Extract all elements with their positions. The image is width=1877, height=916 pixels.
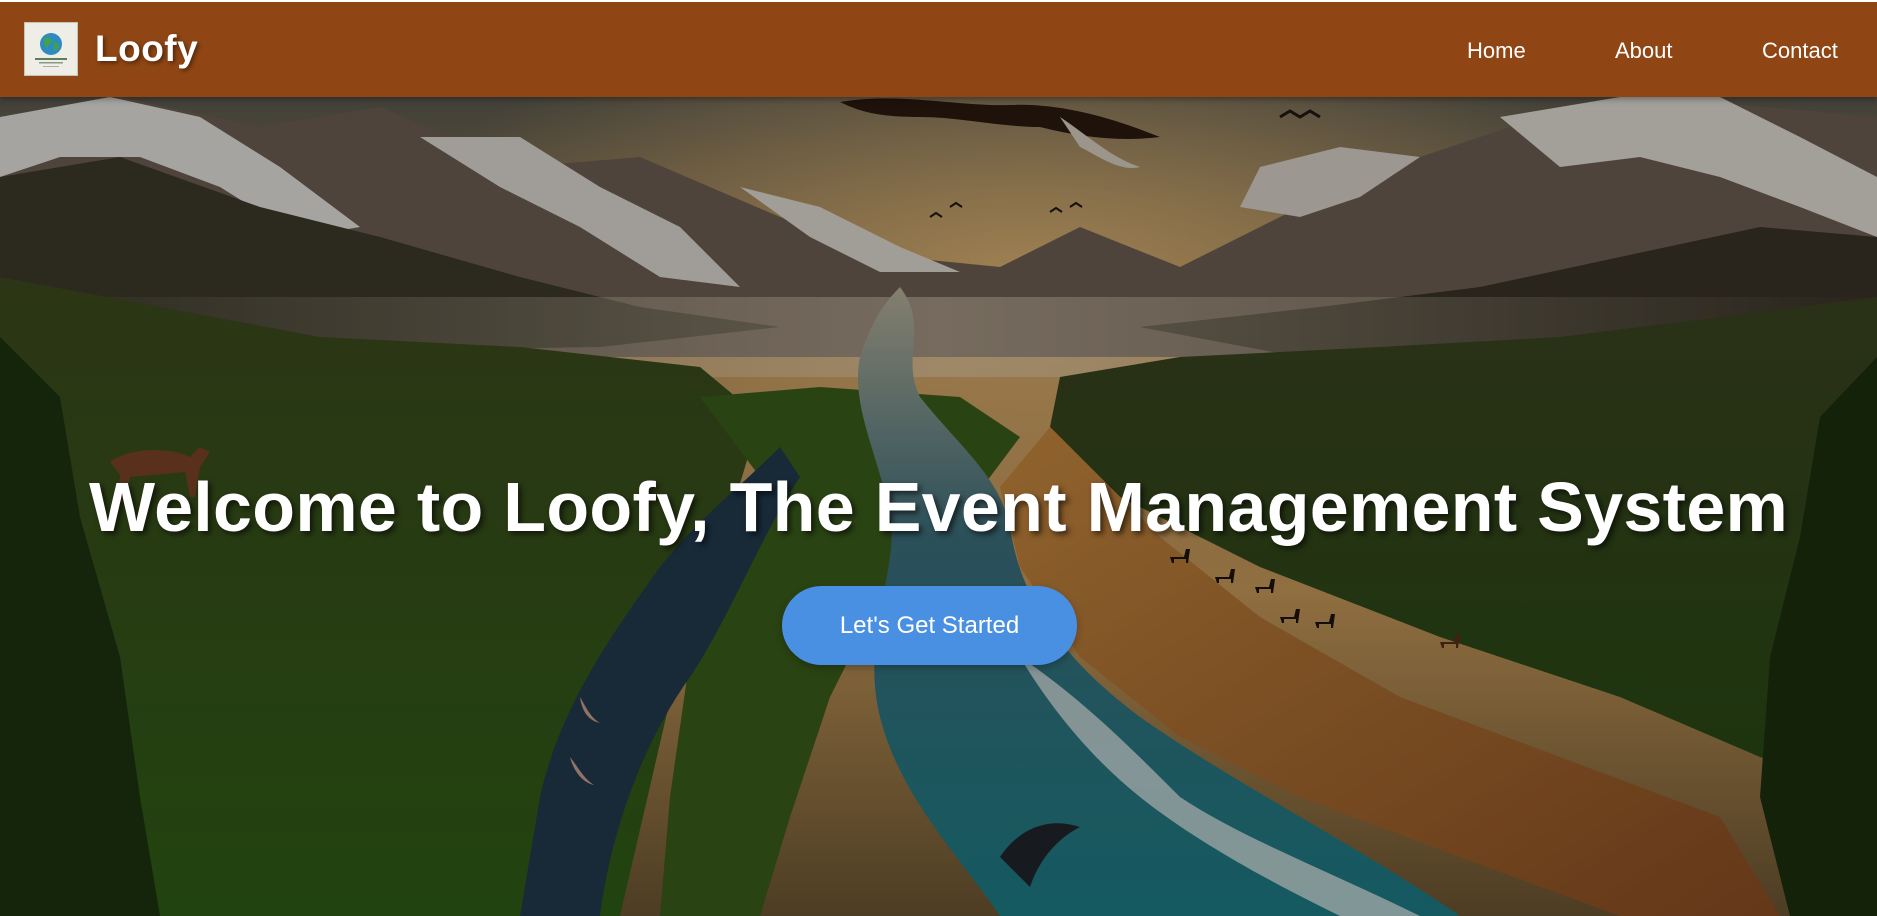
brand-name: Loofy	[95, 28, 199, 69]
hero-title: Welcome to Loofy, The Event Management S…	[88, 468, 1789, 546]
earth-globe-logo-icon	[24, 22, 78, 76]
get-started-button[interactable]: Let's Get Started	[782, 586, 1077, 665]
nav-link-about[interactable]: About	[1615, 38, 1673, 64]
top-navbar: Loofy Home About Contact	[0, 0, 1877, 97]
brand[interactable]: Loofy	[24, 22, 198, 76]
nav-link-home[interactable]: Home	[1467, 38, 1526, 64]
hero-section: Welcome to Loofy, The Event Management S…	[0, 97, 1877, 916]
nav-link-contact[interactable]: Contact	[1762, 38, 1838, 64]
landing-page: Loofy Home About Contact Welcome to Loof…	[0, 0, 1877, 916]
